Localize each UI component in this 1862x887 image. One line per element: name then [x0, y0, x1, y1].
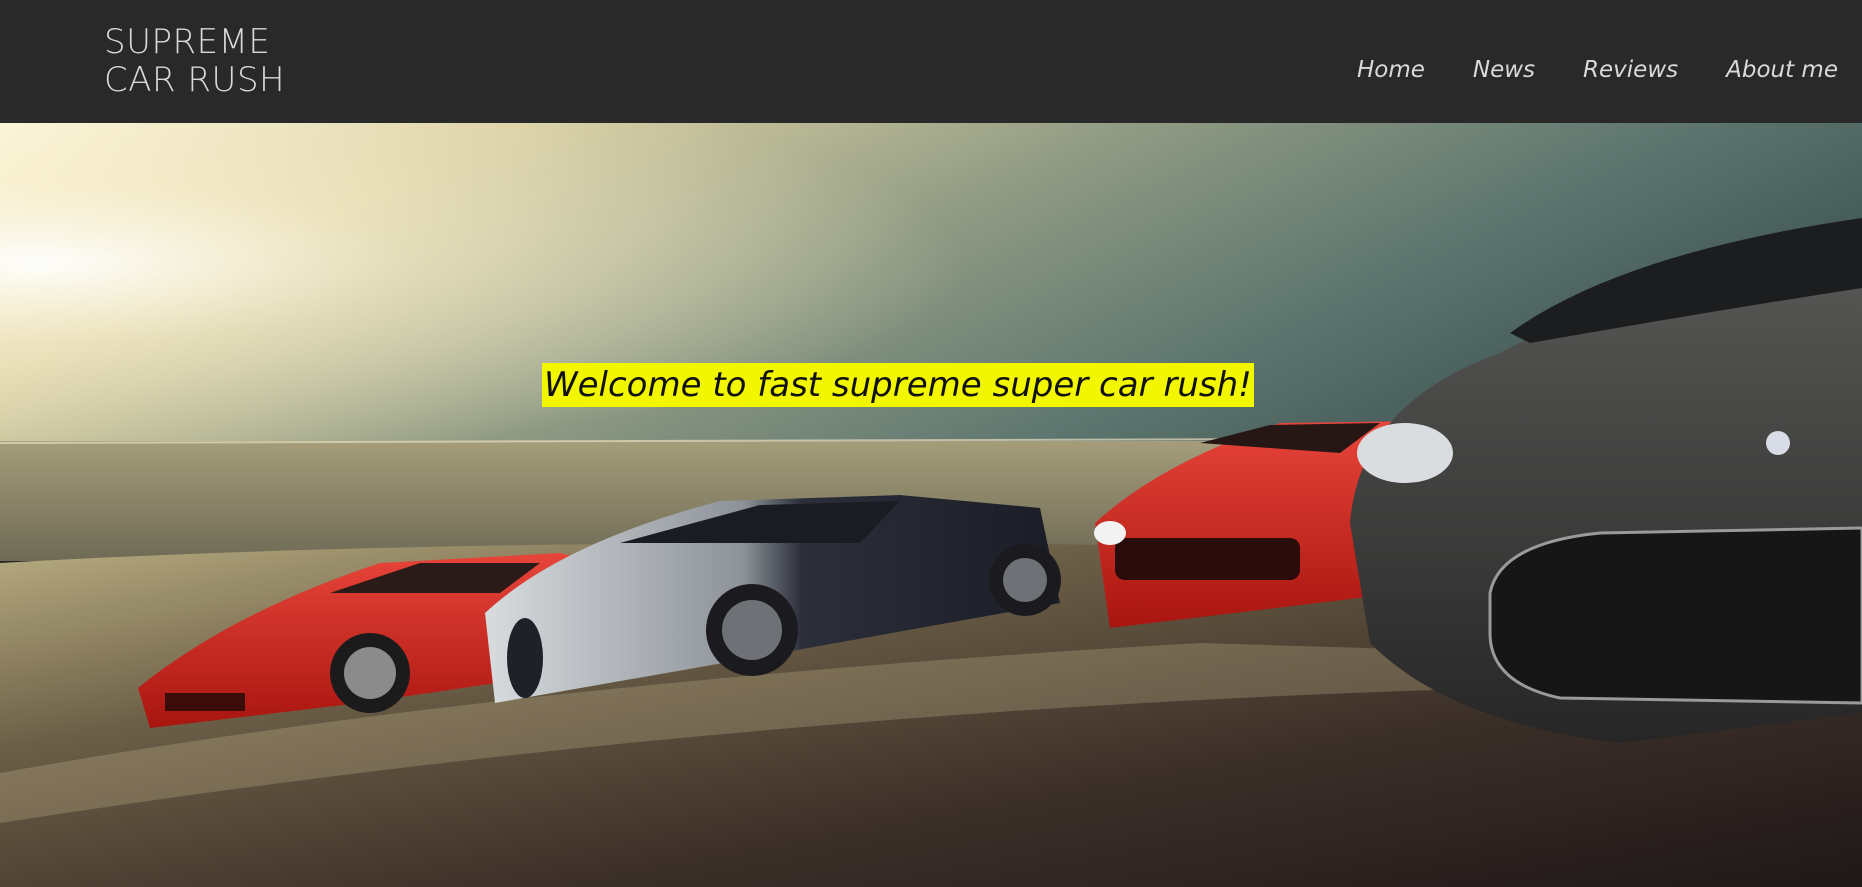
site-logo[interactable]: SUPREME CAR RUSH: [104, 23, 285, 99]
site-header: SUPREME CAR RUSH Home News Reviews About…: [0, 0, 1862, 123]
logo-line-2: CAR RUSH: [104, 60, 286, 100]
nav-item-news[interactable]: News: [1473, 57, 1535, 83]
nav-item-home[interactable]: Home: [1357, 57, 1425, 83]
hero-headline: Welcome to fast supreme super car rush!: [542, 363, 1254, 407]
hero-image: [0, 123, 1862, 887]
logo-line-1: SUPREME: [104, 22, 271, 62]
nav-item-reviews[interactable]: Reviews: [1583, 57, 1678, 83]
hero-banner: Welcome to fast supreme super car rush!: [0, 123, 1862, 887]
main-nav: Home News Reviews About me: [1357, 57, 1838, 83]
nav-item-about-me[interactable]: About me: [1726, 57, 1838, 83]
